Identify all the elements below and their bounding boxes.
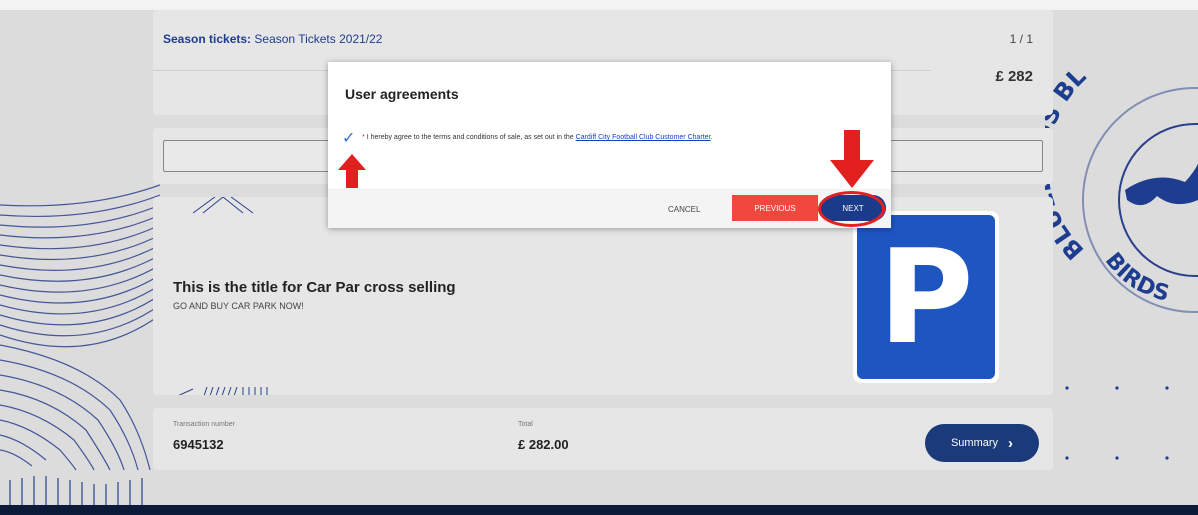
parking-letter: P bbox=[878, 221, 974, 373]
bottom-strip bbox=[0, 505, 1198, 515]
promo-subtitle: GO AND BUY CAR PARK NOW! bbox=[173, 301, 304, 311]
season-ticket-price: £ 282 bbox=[995, 68, 1033, 85]
promo-stripes bbox=[178, 387, 268, 395]
transaction-footer: Transaction number 6945132 Total £ 282.0… bbox=[153, 408, 1053, 470]
dialog-actions: CANCEL PREVIOUS NEXT bbox=[328, 189, 891, 228]
club-crest-background: BLUEBIRDS BL BIRDS bbox=[1045, 62, 1198, 460]
contour-background-left bbox=[0, 184, 160, 505]
next-highlight-circle bbox=[818, 191, 885, 227]
crest-bottom-text: BIRDS bbox=[1100, 248, 1172, 307]
summary-button[interactable]: Summary › bbox=[925, 424, 1039, 462]
cancel-button[interactable]: CANCEL bbox=[668, 205, 700, 214]
promo-title: This is the title for Car Par cross sell… bbox=[173, 279, 456, 296]
agreement-prefix: I hereby agree to the terms and conditio… bbox=[366, 134, 574, 141]
agreement-checkbox[interactable]: ✓ bbox=[342, 128, 355, 147]
previous-button[interactable]: PREVIOUS bbox=[732, 195, 818, 221]
period: . bbox=[710, 134, 713, 141]
arrow-down-icon bbox=[830, 130, 874, 188]
arrow-up-icon bbox=[338, 154, 366, 188]
agreement-text: * I hereby agree to the terms and condit… bbox=[362, 134, 712, 141]
summary-button-label: Summary bbox=[950, 437, 999, 449]
customer-charter-link[interactable]: Cardiff City Football Club Customer Char… bbox=[576, 134, 711, 141]
transaction-number-value: 6945132 bbox=[173, 437, 224, 452]
total-value: £ 282.00 bbox=[518, 437, 569, 452]
user-agreements-dialog: User agreements ✓ * I hereby agree to th… bbox=[328, 62, 891, 228]
season-ticket-name: Season Tickets 2021/22 bbox=[254, 32, 383, 46]
season-ticket-label: Season tickets: bbox=[163, 32, 252, 46]
dialog-title: User agreements bbox=[345, 86, 459, 102]
parking-sign-image[interactable]: P bbox=[853, 211, 999, 383]
parking-sign-panel: P bbox=[857, 215, 995, 379]
season-ticket-count: 1 / 1 bbox=[1009, 32, 1033, 46]
total-label: Total bbox=[518, 421, 533, 428]
top-strip bbox=[0, 0, 1198, 10]
required-asterisk: * bbox=[362, 134, 365, 141]
season-ticket-heading: Season tickets: Season Tickets 2021/22 bbox=[163, 32, 382, 46]
chevron-right-icon: › bbox=[1008, 434, 1014, 452]
bluebird-icon bbox=[1125, 150, 1198, 206]
transaction-number-label: Transaction number bbox=[173, 421, 235, 428]
promo-decoration bbox=[192, 197, 254, 214]
